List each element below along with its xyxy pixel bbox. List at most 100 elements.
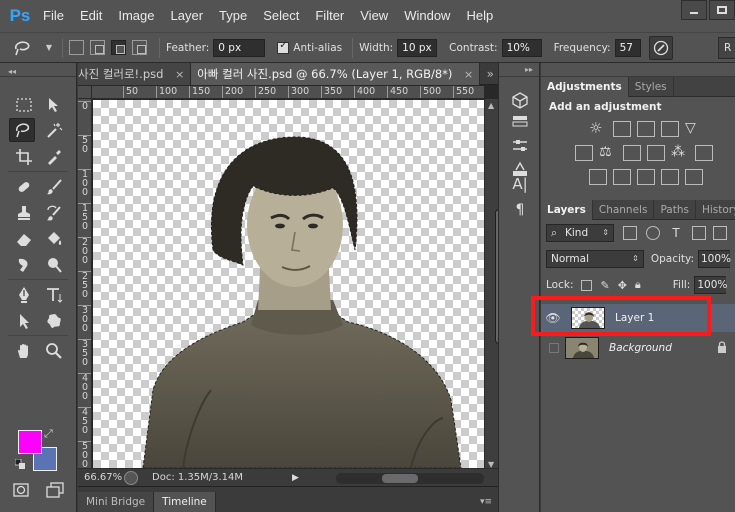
add-selection-icon[interactable] — [90, 40, 105, 55]
exposure-icon[interactable] — [661, 121, 679, 137]
shape-filter-icon[interactable] — [692, 226, 706, 240]
default-colors-icon[interactable] — [15, 459, 25, 469]
vibrance-icon[interactable]: ▽ — [685, 121, 703, 137]
selective-color-icon[interactable] — [685, 169, 703, 185]
menu-type[interactable]: Type — [211, 0, 255, 32]
tab-mini-bridge[interactable]: Mini Bridge — [78, 492, 155, 512]
layer-row-background[interactable]: Background — [541, 334, 735, 362]
curves-icon[interactable] — [637, 121, 655, 137]
pen-tool[interactable] — [11, 283, 37, 307]
status-menu-icon[interactable]: ▶ — [292, 473, 299, 483]
tool-preset-picker[interactable]: ▼ — [8, 36, 56, 60]
tab-adjustments[interactable]: Adjustments — [541, 77, 629, 97]
layer-row-layer-1[interactable]: 👁︎ Layer 1 — [541, 304, 735, 332]
scroll-up-icon[interactable]: ▲ — [488, 101, 494, 110]
move-tool[interactable] — [41, 93, 67, 117]
contrast-input[interactable]: 10% — [501, 38, 542, 57]
posterize-icon[interactable] — [613, 169, 631, 185]
crop-tool[interactable] — [11, 145, 37, 169]
black-white-icon[interactable] — [623, 145, 641, 161]
history-brush-tool[interactable] — [41, 201, 67, 225]
ruler-corner[interactable] — [78, 86, 92, 99]
3d-panel-button[interactable] — [508, 89, 532, 111]
character-panel-button[interactable]: A| — [508, 173, 532, 195]
close-icon[interactable]: × — [464, 68, 473, 81]
tab-channels[interactable]: Channels — [593, 200, 655, 220]
tab-paths[interactable]: Paths — [654, 200, 696, 220]
channel-mixer-icon[interactable]: ⁂ — [671, 145, 689, 161]
blend-mode-select[interactable]: Normal ⇕ — [546, 250, 644, 268]
lasso-tool[interactable] — [9, 118, 35, 142]
width-input[interactable]: 10 px — [397, 38, 438, 57]
brush-tool[interactable] — [41, 175, 67, 199]
intersect-selection-icon[interactable] — [132, 40, 147, 55]
hue-saturation-icon[interactable] — [575, 145, 593, 161]
dodge-tool[interactable] — [41, 253, 67, 277]
status-info-icon[interactable] — [124, 470, 138, 485]
pen-pressure-button[interactable] — [648, 35, 673, 60]
menu-edit[interactable]: Edit — [72, 0, 110, 32]
close-icon[interactable]: × — [175, 68, 184, 81]
lock-all-icon[interactable]: 🔒︎ — [635, 278, 641, 292]
gradient-map-icon[interactable] — [661, 169, 679, 185]
invert-icon[interactable] — [589, 169, 607, 185]
image-canvas[interactable] — [93, 100, 484, 468]
eye-icon[interactable]: 👁︎ — [541, 311, 565, 325]
tab-document-2[interactable]: 아빠 컬러 사진.psd @ 66.7% (Layer 1, RGB/8*) × — [191, 63, 481, 85]
type-filter-icon[interactable]: T — [669, 226, 683, 240]
visibility-toggle[interactable] — [549, 343, 559, 353]
maximize-icon[interactable] — [709, 0, 735, 20]
menu-file[interactable]: File — [35, 0, 72, 32]
vertical-scrollbar[interactable]: ▲ ▼ — [484, 99, 504, 471]
frequency-input[interactable]: 57 — [614, 38, 641, 57]
adjustment-filter-icon[interactable] — [646, 226, 660, 240]
pixel-filter-icon[interactable] — [623, 226, 637, 240]
brightness-icon[interactable]: ☼ — [589, 121, 607, 137]
horizontal-ruler[interactable]: 50 100 150 200 250 300 350 400 450 500 5… — [92, 86, 484, 99]
color-lookup-icon[interactable] — [695, 145, 713, 161]
scroll-thumb[interactable] — [382, 474, 418, 483]
tab-timeline[interactable]: Timeline — [154, 492, 216, 512]
custom-shape-tool[interactable] — [41, 309, 67, 333]
opacity-input[interactable]: 100% — [698, 250, 731, 268]
menu-filter[interactable]: Filter — [307, 0, 352, 32]
zoom-tool[interactable] — [41, 339, 67, 363]
antialias-checkbox[interactable] — [277, 40, 290, 54]
menu-view[interactable]: View — [352, 0, 396, 32]
lock-position-icon[interactable]: ✥ — [618, 279, 627, 292]
quick-mask-button[interactable] — [8, 478, 34, 502]
threshold-icon[interactable] — [637, 169, 655, 185]
collapse-icon[interactable]: ▸▸ — [499, 63, 539, 77]
lock-transparency-icon[interactable] — [581, 279, 593, 291]
menu-select[interactable]: Select — [255, 0, 307, 32]
type-tool[interactable] — [41, 283, 67, 307]
smart-object-filter-icon[interactable] — [713, 226, 727, 240]
clone-stamp-tool[interactable] — [11, 201, 37, 225]
eraser-tool[interactable] — [11, 227, 37, 251]
refine-edge-button[interactable]: R — [718, 37, 735, 59]
lock-pixels-icon[interactable]: ✎ — [600, 279, 609, 292]
horizontal-scrollbar[interactable] — [336, 473, 484, 484]
paragraph-panel-button[interactable]: ¶ — [508, 199, 532, 221]
subtract-selection-icon[interactable] — [111, 40, 126, 55]
magic-wand-tool[interactable] — [41, 118, 67, 142]
tab-history[interactable]: History — [696, 200, 735, 220]
blur-tool[interactable] — [11, 253, 37, 277]
history-panel-button[interactable] — [508, 111, 532, 133]
levels-icon[interactable] — [613, 121, 631, 137]
new-selection-icon[interactable] — [69, 40, 84, 55]
tab-styles[interactable]: Styles — [629, 77, 674, 97]
menu-help[interactable]: Help — [458, 0, 501, 32]
path-selection-tool[interactable] — [11, 309, 37, 333]
minimize-icon[interactable] — [681, 0, 707, 20]
more-tabs-icon[interactable]: » — [487, 63, 494, 85]
eyedropper-tool[interactable] — [41, 145, 67, 169]
kind-filter-select[interactable]: ⌕ Kind ⇕ — [546, 224, 614, 242]
foreground-color-swatch[interactable] — [18, 430, 42, 454]
swap-colors-icon[interactable]: ⤢ — [44, 427, 53, 441]
photo-filter-icon[interactable] — [647, 145, 665, 161]
screen-mode-button[interactable] — [42, 478, 68, 502]
menu-layer[interactable]: Layer — [163, 0, 212, 32]
properties-panel-button[interactable] — [508, 135, 532, 157]
paint-bucket-tool[interactable] — [41, 227, 67, 251]
